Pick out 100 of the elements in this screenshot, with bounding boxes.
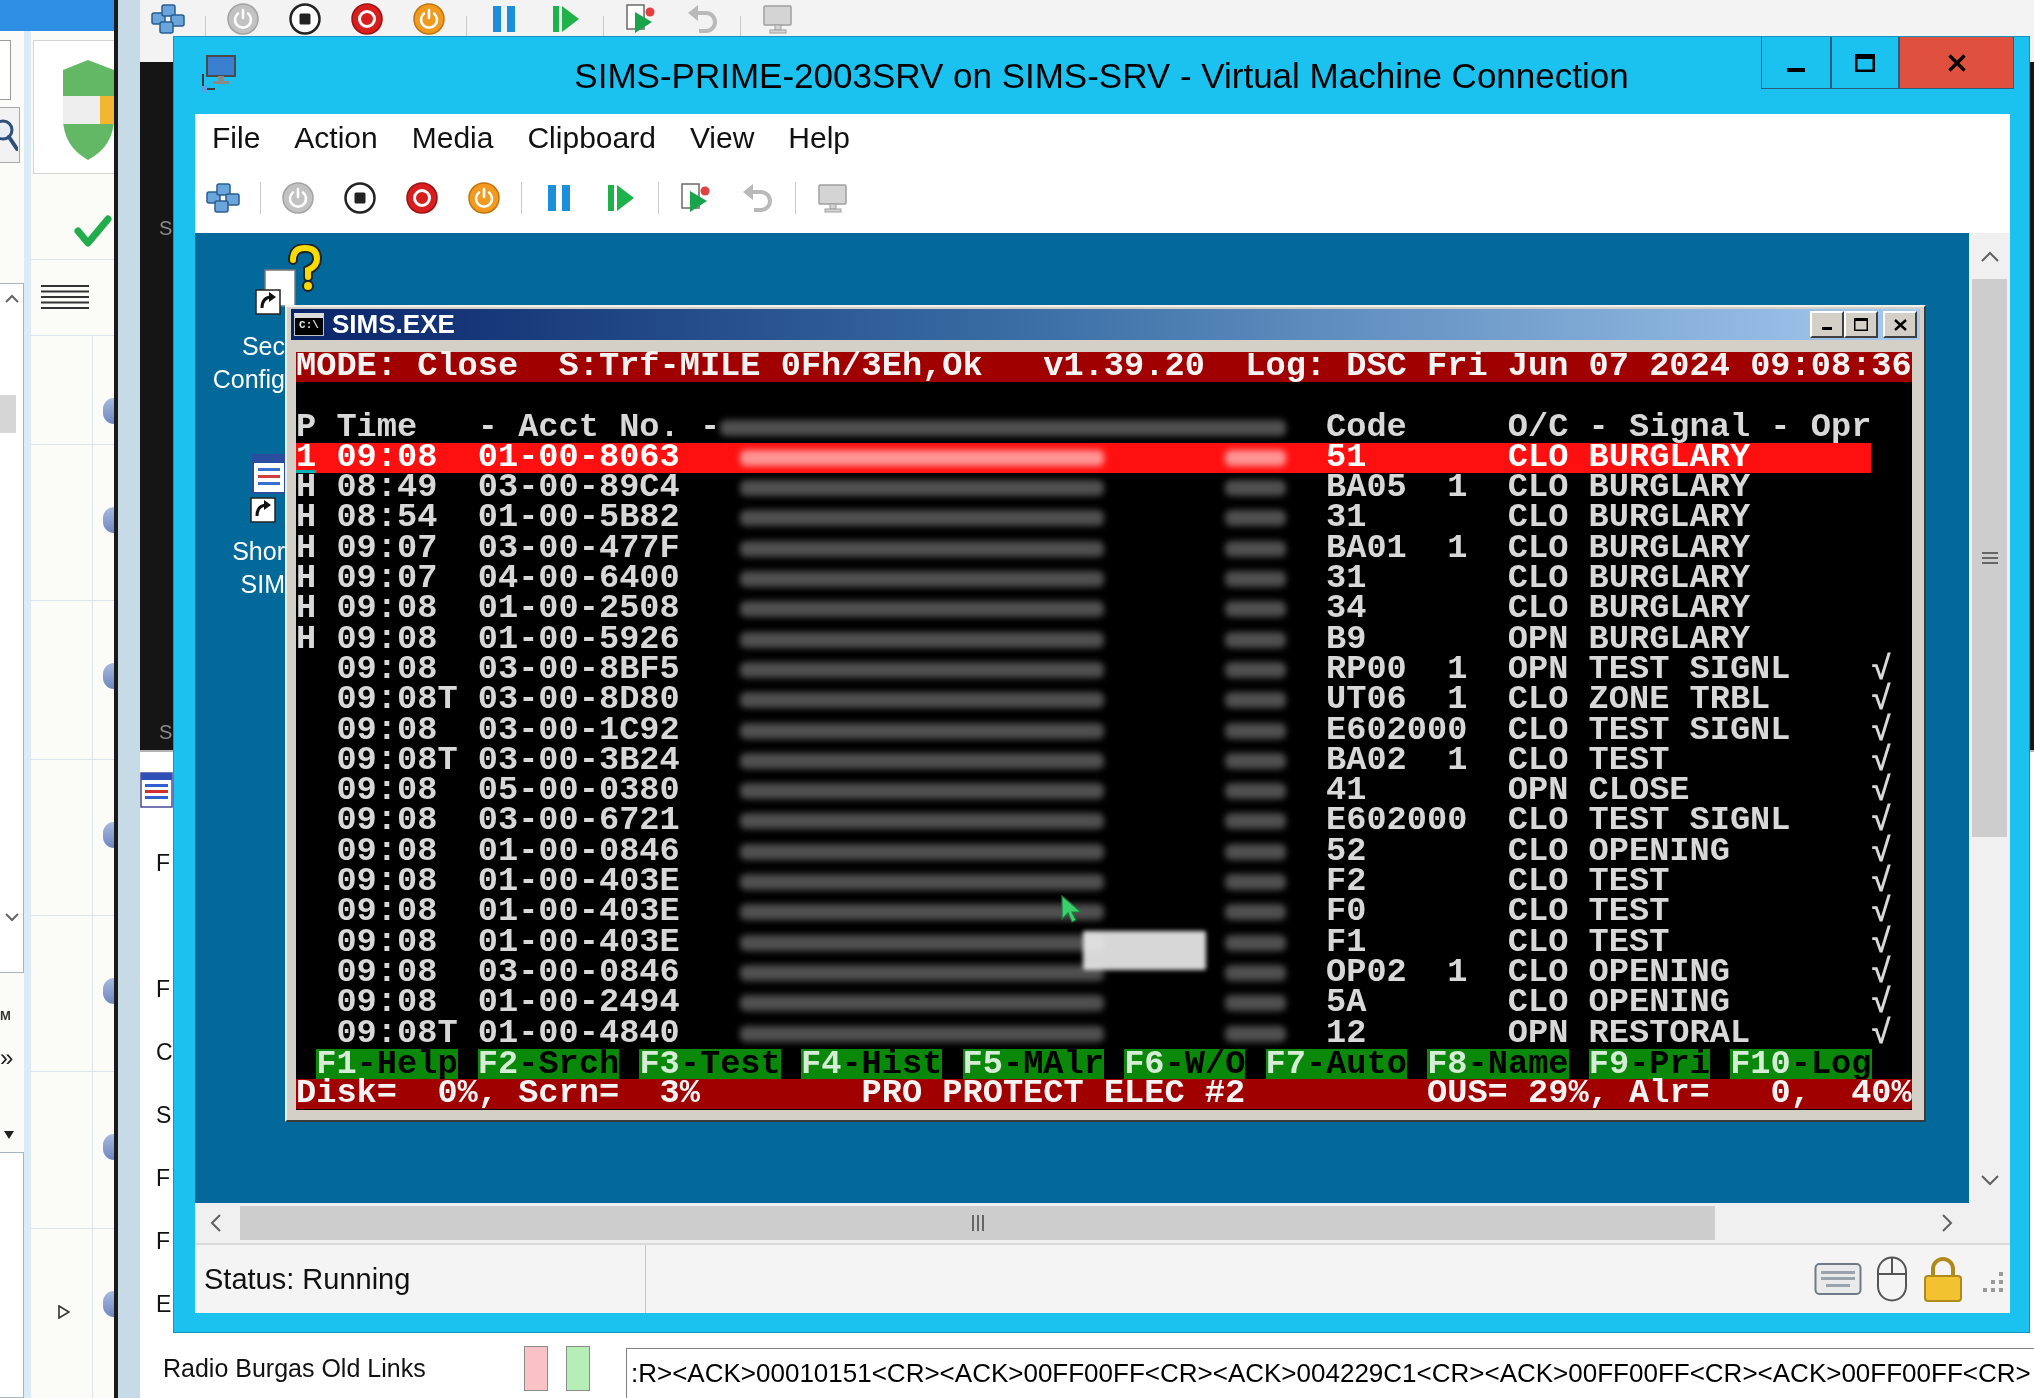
priority-text: H	[296, 475, 317, 501]
time-text: 09:08	[336, 929, 438, 955]
menu-item[interactable]: Help	[771, 114, 868, 162]
alarm-row[interactable]: H 08:49 03-00-89C4 BA05 1 CLO BURGLARY	[296, 473, 1912, 504]
grip-icon	[1981, 552, 1998, 564]
text-fragment: S	[159, 216, 173, 240]
scroll-thumb[interactable]	[1972, 279, 2007, 837]
column-header: Time	[336, 414, 418, 440]
function-key[interactable]: F4-Hist	[800, 1048, 943, 1080]
menu-item[interactable]: Media	[394, 114, 511, 162]
function-key[interactable]: F5-MAlr	[962, 1048, 1104, 1080]
undo-icon	[742, 182, 774, 213]
caret-down-icon[interactable]	[4, 1131, 14, 1139]
blurred-text	[1225, 631, 1286, 648]
blurred-text	[1225, 661, 1286, 678]
alarm-code: E602000	[1326, 717, 1468, 743]
alarm-code: RP00	[1326, 656, 1407, 682]
blurred-text	[1225, 995, 1286, 1012]
stop-icon	[344, 181, 376, 214]
zone-number: 1	[1447, 687, 1468, 713]
monitor-icon	[762, 2, 794, 35]
log-field[interactable]: :R><ACK>00010151<CR><ACK>00FF00FF<CR><ACK>004229C1<CR><ACK>00FF00FF<CR><ACK>00FF00FF<CR>	[626, 1348, 2034, 1398]
blurred-text	[1225, 1025, 1286, 1042]
blurred-text	[1225, 783, 1286, 800]
open-close-status: CLO	[1507, 838, 1569, 864]
menu-item[interactable]: View	[672, 114, 772, 162]
scroll-thumb[interactable]	[240, 1206, 1715, 1240]
blurred-text	[1225, 510, 1286, 527]
alarm-row[interactable]: H 09:08 01-00-2508 34 CLO BURGLARY	[296, 594, 1912, 625]
signal-text: OPENING	[1588, 990, 1730, 1016]
menu-item[interactable]: File	[195, 114, 278, 162]
keyboard-icon	[1814, 1260, 1862, 1298]
priority-text: H	[296, 505, 317, 531]
signal-text: BURGLARY	[1588, 505, 1751, 531]
window-shortcut-icon[interactable]	[250, 454, 285, 523]
open-close-status: CLO	[1507, 535, 1569, 561]
function-key[interactable]: F7-Auto	[1265, 1048, 1407, 1080]
signal-text: CLOSE	[1588, 778, 1690, 804]
alarm-code: 41	[1326, 778, 1367, 804]
text-fragment: F	[156, 1227, 171, 1254]
text-cursor	[296, 470, 317, 474]
menu-item[interactable]: Clipboard	[510, 114, 673, 162]
signal-text: TEST	[1588, 929, 1670, 955]
column-header: Code	[1326, 414, 1407, 440]
alarm-row[interactable]: H 09:07 04-00-6400 31 CLO BURGLARY	[296, 564, 1912, 595]
alarm-code: BA05	[1326, 475, 1407, 501]
account-number: 03-00-8BF5	[477, 656, 680, 682]
alarm-row[interactable]: 09:08T 01-00-4840 12 OPN RESTORAL √	[296, 1018, 1912, 1049]
chevron-right-icon	[1942, 1214, 1953, 1232]
time-text: 09:08	[336, 626, 438, 652]
open-close-status: OPN	[1507, 626, 1569, 652]
signal-text: BURGLARY	[1588, 566, 1751, 592]
chevron-down-icon[interactable]	[4, 913, 19, 922]
minimize-icon	[1822, 327, 1832, 330]
column-header: O/C	[1507, 414, 1569, 440]
monitor-icon	[817, 181, 849, 214]
alarm-row[interactable]: H 08:54 01-00-5B82 31 CLO BURGLARY	[296, 503, 1912, 534]
minimize-icon	[1787, 67, 1805, 72]
status-text: Status: Running	[204, 1262, 411, 1296]
search-button[interactable]	[0, 107, 20, 163]
more-chevrons[interactable]: »	[0, 1043, 14, 1073]
play-icon[interactable]	[58, 1305, 70, 1319]
menu-item[interactable]: Action	[277, 114, 395, 162]
function-key[interactable]: F2-Srch	[477, 1048, 620, 1080]
blurred-text	[1225, 449, 1286, 466]
ring-icon	[406, 181, 438, 214]
zone-number: 1	[1447, 747, 1468, 773]
account-number: 01-00-403E	[477, 929, 680, 955]
blurred-text	[1225, 904, 1286, 921]
function-key[interactable]: F10-Log	[1730, 1048, 1872, 1080]
account-number: 01-00-2508	[477, 596, 680, 622]
function-key[interactable]: F8-Name	[1427, 1048, 1569, 1080]
function-key[interactable]: F6-W/O	[1124, 1048, 1246, 1080]
time-text: 09:08	[336, 808, 438, 834]
account-number: 03-00-1C92	[477, 717, 680, 743]
priority-text: H	[296, 626, 317, 652]
scroll-thumb[interactable]	[0, 395, 16, 433]
text-fragment: S	[159, 720, 173, 744]
signal-text: BURGLARY	[1588, 535, 1751, 561]
function-key[interactable]: F3-Test	[639, 1048, 781, 1080]
document-play-icon	[680, 181, 712, 214]
time-text: 09:08	[336, 899, 438, 925]
account-number: 05-00-0380	[477, 778, 680, 804]
blurred-text	[1225, 692, 1286, 709]
alarm-code: E602000	[1326, 808, 1468, 834]
chevron-up-icon[interactable]	[4, 294, 19, 303]
blurred-text	[1225, 934, 1286, 951]
alarm-row[interactable]: H 09:07 03-00-477F BA01 1 CLO BURGLARY	[296, 533, 1912, 565]
account-number: 01-00-4840	[477, 1020, 680, 1046]
list-icon[interactable]	[41, 285, 89, 310]
signal-text: TEST SIGNL	[1588, 717, 1791, 743]
open-close-status: OPN	[1507, 656, 1569, 682]
account-number: 03-00-477F	[477, 535, 680, 561]
search-icon	[0, 118, 18, 152]
input-field[interactable]	[0, 40, 11, 100]
close-icon	[1893, 318, 1907, 331]
text-fragment: F	[156, 975, 171, 1002]
account-number: 01-00-0846	[477, 838, 680, 864]
undo-icon	[687, 3, 719, 34]
priority-text: H	[296, 566, 317, 592]
